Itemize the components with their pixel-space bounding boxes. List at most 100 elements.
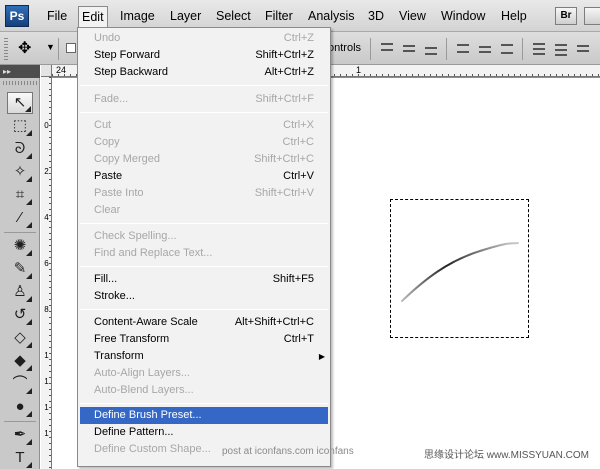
menu-item-clear[interactable]: Clear [80,202,328,219]
eyedropper-icon: ⁄ [18,209,22,226]
ruler-label: 6 [44,259,49,268]
crop-tool[interactable]: ⌗ [7,184,33,206]
magic-wand-icon: ✧ [13,163,27,180]
options-grip[interactable] [4,38,8,60]
distribute-bottom-icon[interactable] [576,40,590,56]
distribute-top-icon[interactable] [532,40,546,56]
menu-separator [80,223,328,224]
healing-icon: ✺ [13,237,27,254]
menu-item-step-forward[interactable]: Step Forward Shift+Ctrl+Z [80,47,328,64]
collapse-panel-icon[interactable]: ▸▸ [0,65,40,78]
history-brush-tool[interactable]: ↺ [7,304,33,326]
divider [446,38,447,60]
divider [4,232,36,233]
brush-stroke [401,242,519,302]
menu-layer[interactable]: Layer [167,7,204,25]
menu-item-cut[interactable]: Cut Ctrl+X [80,117,328,134]
stamp-icon: ♙ [13,283,27,300]
view-extras-button[interactable] [584,7,600,25]
menu-edit[interactable]: Edit [78,6,108,28]
clone-stamp-tool[interactable]: ♙ [7,281,33,303]
menu-separator [80,112,328,113]
align-top-icon[interactable] [380,40,394,56]
menu-item-free-transform[interactable]: Free Transform Ctrl+T [80,331,328,348]
menu-item-auto-align-layers[interactable]: Auto-Align Layers... [80,365,328,382]
align-right-icon[interactable] [500,40,514,56]
pen-tool[interactable]: ✒ [7,424,33,446]
menu-separator [80,266,328,267]
menu-item-auto-blend-layers[interactable]: Auto-Blend Layers... [80,382,328,399]
menu-separator [80,403,328,404]
align-horizontal-center-icon[interactable] [478,40,492,56]
menu-item-copy-merged[interactable]: Copy Merged Shift+Ctrl+C [80,151,328,168]
ruler-label: 0 [44,121,49,130]
ruler-label: 8 [44,305,49,314]
menu-view[interactable]: View [396,7,429,25]
submenu-arrow-icon: ▶ [318,352,325,361]
dodge-tool[interactable]: ● [7,396,33,418]
watermark-left: post at iconfans.com iconfans [222,446,354,457]
menu-item-step-backward[interactable]: Step Backward Alt+Ctrl+Z [80,64,328,81]
edit-menu-dropdown: Undo Ctrl+Z Step Forward Shift+Ctrl+Z Step… [77,27,331,467]
menu-item-check-spelling[interactable]: Check Spelling... [80,228,328,245]
healing-brush-tool[interactable]: ✺ [7,235,33,257]
align-vertical-center-icon[interactable] [402,40,416,56]
type-tool[interactable]: T [7,447,33,469]
marquee-icon: ⬚ [12,117,28,134]
auto-select-checkbox[interactable] [66,43,76,53]
menu-item-paste-into[interactable]: Paste Into Shift+Ctrl+V [80,185,328,202]
menu-separator [80,85,328,86]
history-brush-icon: ↺ [13,306,27,323]
ruler-label: 1 [44,377,49,386]
blur-tool[interactable]: ⌒ [7,373,33,395]
menu-item-paste[interactable]: Paste Ctrl+V [80,168,328,185]
tools-panel: ▸▸ ↖ ⬚ ᘐ ✧ ⌗ ⁄ ✺ ✎ ♙ ↺ ◇ ◆ ⌒ ● ✒ T [0,65,40,469]
menu-item-define-pattern[interactable]: Define Pattern... [80,424,328,441]
menu-item-define-brush-preset[interactable]: Define Brush Preset... [80,407,328,424]
brush-tool[interactable]: ✎ [7,258,33,280]
menu-select[interactable]: Select [213,7,254,25]
ruler-label: 4 [44,213,49,222]
watermark-right: 思缘设计论坛 www.MISSYUAN.COM [424,450,590,461]
ruler-label: 2 [44,167,49,176]
menu-item-fill[interactable]: Fill... Shift+F5 [80,271,328,288]
menu-item-copy[interactable]: Copy Ctrl+C [80,134,328,151]
menu-analysis[interactable]: Analysis [305,7,358,25]
menu-item-fade[interactable]: Fade... Shift+Ctrl+F [80,91,328,108]
photoshop-logo[interactable]: Ps [5,5,29,27]
divider [58,38,59,60]
menu-item-transform[interactable]: Transform ▶ [80,348,328,365]
ruler-origin[interactable] [41,65,52,77]
divider [370,38,371,60]
lasso-icon: ᘐ [14,140,26,157]
align-left-icon[interactable] [456,40,470,56]
magic-wand-tool[interactable]: ✧ [7,161,33,183]
menu-item-undo[interactable]: Undo Ctrl+Z [80,30,328,47]
menu-item-stroke[interactable]: Stroke... [80,288,328,305]
align-bottom-icon[interactable] [424,40,438,56]
divider [4,421,36,422]
paint-bucket-tool[interactable]: ◆ [7,350,33,372]
menu-3d[interactable]: 3D [365,7,387,25]
menu-window[interactable]: Window [438,7,488,25]
menu-file[interactable]: File [44,7,70,25]
eraser-tool[interactable]: ◇ [7,327,33,349]
marquee-tool[interactable]: ⬚ [7,115,33,137]
eyedropper-tool[interactable]: ⁄ [7,207,33,229]
launch-bridge-button[interactable]: Br [555,7,577,25]
tools-grip[interactable] [3,81,37,85]
ruler-label: 1 [356,65,362,75]
chevron-down-icon[interactable]: ▼ [46,42,55,52]
show-transform-controls-label: ontrols [328,42,362,54]
move-tool-preset-icon[interactable]: ✥ [18,38,31,58]
menu-image[interactable]: Image [117,7,158,25]
menu-filter[interactable]: Filter [262,7,296,25]
distribute-center-icon[interactable] [554,40,568,56]
divider [522,38,523,60]
menu-help[interactable]: Help [498,7,530,25]
menu-item-content-aware-scale[interactable]: Content-Aware Scale Alt+Shift+Ctrl+C [80,314,328,331]
menu-item-find-replace[interactable]: Find and Replace Text... [80,245,328,262]
lasso-tool[interactable]: ᘐ [7,138,33,160]
pen-icon: ✒ [13,426,27,443]
move-tool[interactable]: ↖ [7,92,33,114]
